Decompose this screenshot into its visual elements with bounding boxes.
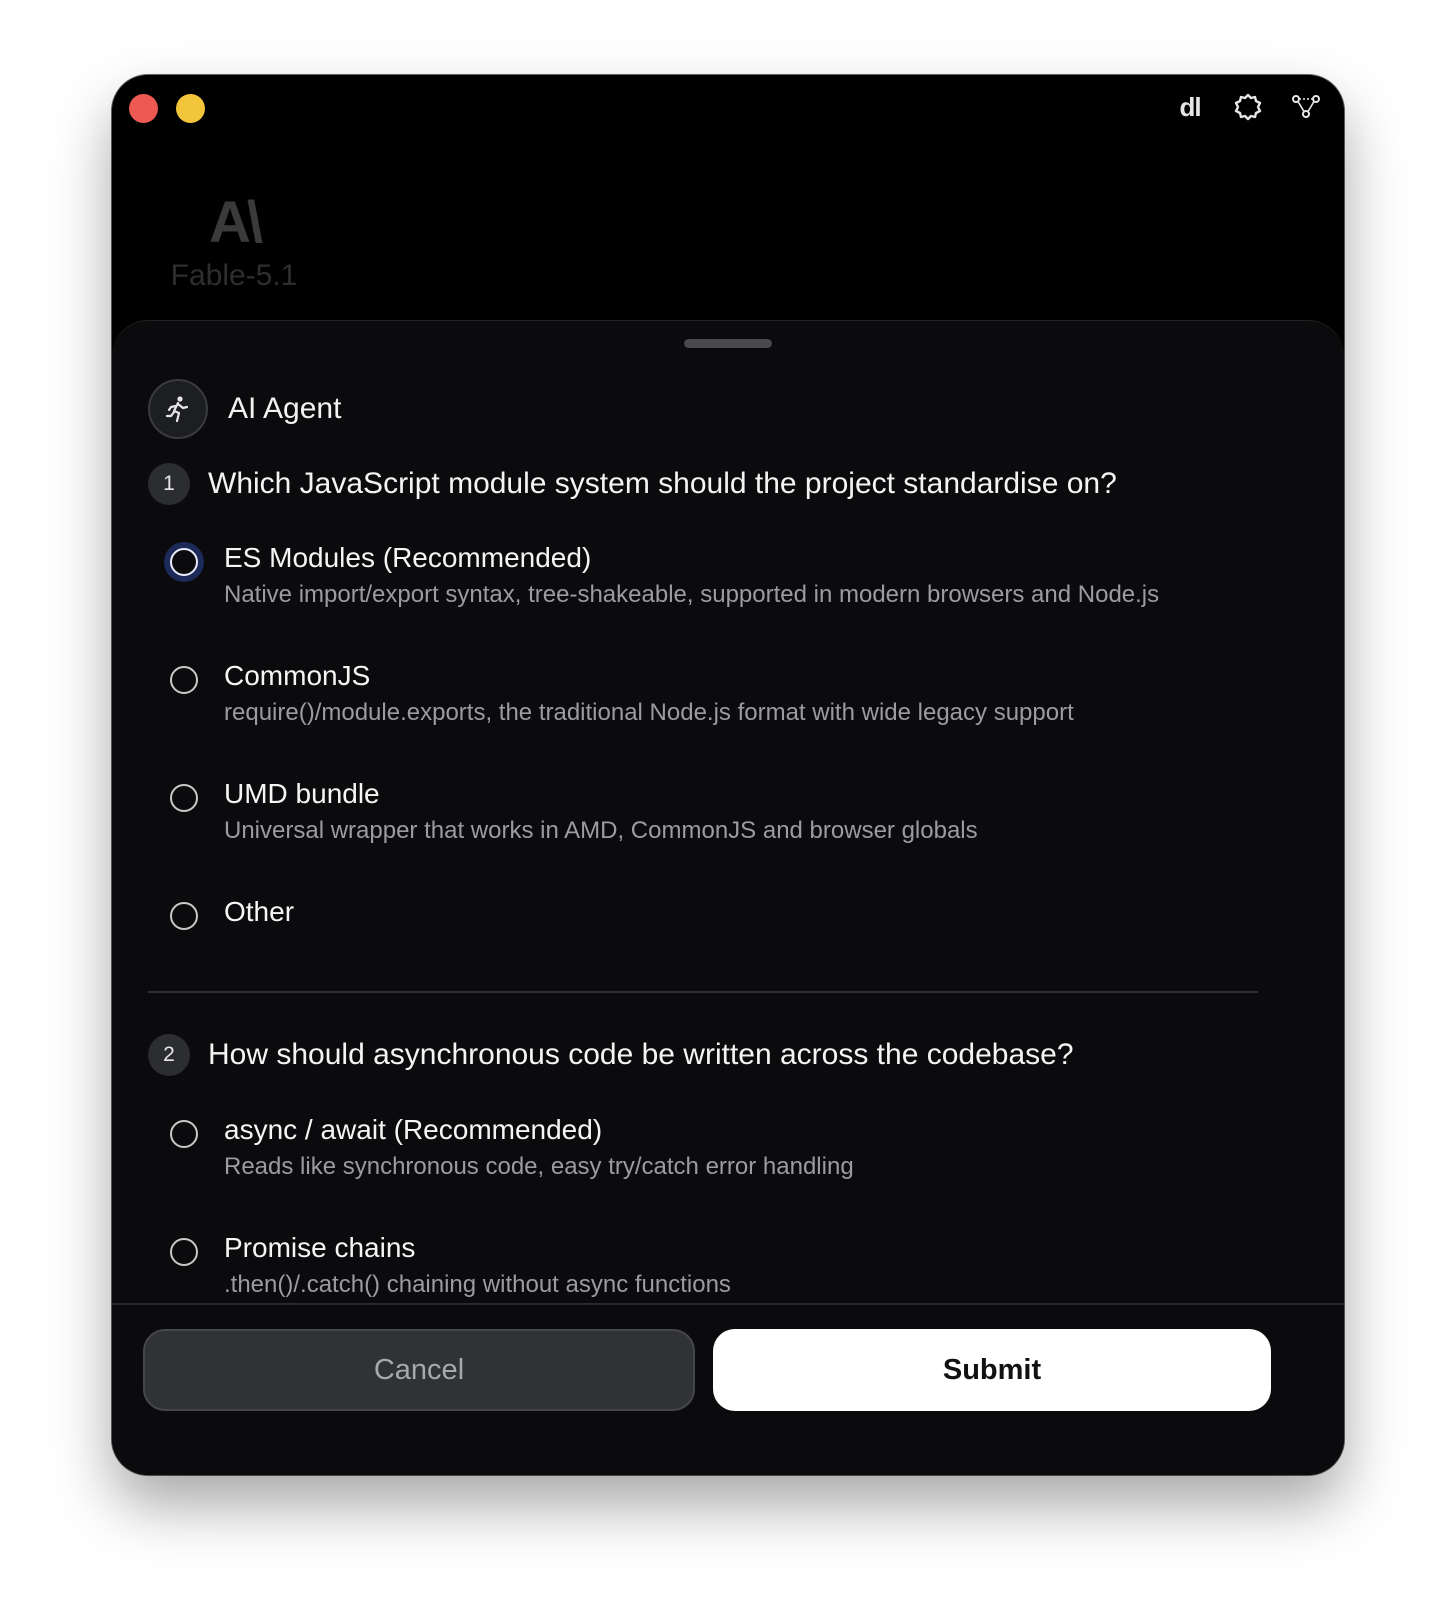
agent-name: AI Agent	[228, 392, 342, 425]
dl-label: dl	[1179, 91, 1201, 122]
question-number-badge: 2	[148, 1034, 190, 1076]
option-title: Other	[224, 896, 295, 927]
question-1: 1 Which JavaScript module system should …	[148, 463, 1117, 505]
questions-scroll-area[interactable]: 1 Which JavaScript module system should …	[112, 451, 1344, 1301]
cancel-button[interactable]: Cancel	[143, 1329, 695, 1411]
question-2: 2 How should asynchronous code be writte…	[148, 1034, 1074, 1076]
gear-icon[interactable]	[1232, 91, 1264, 123]
option-title: CommonJS	[224, 660, 371, 691]
app-window: dl A\ Fable-5.1 AI Agent 1 Which JavaScr…	[112, 75, 1344, 1475]
submit-button[interactable]: Submit	[713, 1329, 1271, 1411]
model-name: Fable-5.1	[170, 259, 298, 292]
brand-logo: A\	[209, 190, 263, 255]
option-description: .then()/.catch() chaining without async …	[224, 1271, 731, 1298]
option-description: Reads like synchronous code, easy try/ca…	[224, 1153, 854, 1180]
radio-button[interactable]	[170, 548, 198, 576]
question-number-badge: 1	[148, 463, 190, 505]
question-sheet: AI Agent 1 Which JavaScript module syste…	[112, 320, 1344, 1475]
sheet-grabber-handle[interactable]	[684, 339, 772, 348]
option-title: Promise chains	[224, 1232, 416, 1263]
network-icon[interactable]	[1290, 91, 1322, 123]
option-title: async / await (Recommended)	[224, 1114, 603, 1145]
radio-button[interactable]	[170, 1120, 198, 1148]
option-title: ES Modules (Recommended)	[224, 542, 592, 573]
agent-header: AI Agent	[148, 379, 341, 439]
option-description: Universal wrapper that works in AMD, Com…	[224, 817, 978, 844]
radio-button[interactable]	[170, 902, 198, 930]
question-divider	[148, 991, 1258, 993]
dl-icon[interactable]: dl	[1174, 91, 1206, 123]
radio-button[interactable]	[170, 1238, 198, 1266]
minimize-window-button[interactable]	[176, 94, 205, 123]
brand-block: A\ Fable-5.1	[164, 193, 304, 293]
radio-button[interactable]	[170, 784, 198, 812]
option-title: UMD bundle	[224, 778, 380, 809]
option-description: require()/module.exports, the traditiona…	[224, 699, 1074, 726]
radio-button[interactable]	[170, 666, 198, 694]
titlebar-icons: dl	[1174, 91, 1322, 123]
close-window-button[interactable]	[129, 94, 158, 123]
action-footer: Cancel Submit	[112, 1303, 1344, 1475]
running-person-icon	[148, 379, 208, 439]
question-text: Which JavaScript module system should th…	[208, 467, 1117, 500]
option-description: Native import/export syntax, tree-shakea…	[224, 581, 1160, 608]
question-text: How should asynchronous code be written …	[208, 1038, 1074, 1071]
